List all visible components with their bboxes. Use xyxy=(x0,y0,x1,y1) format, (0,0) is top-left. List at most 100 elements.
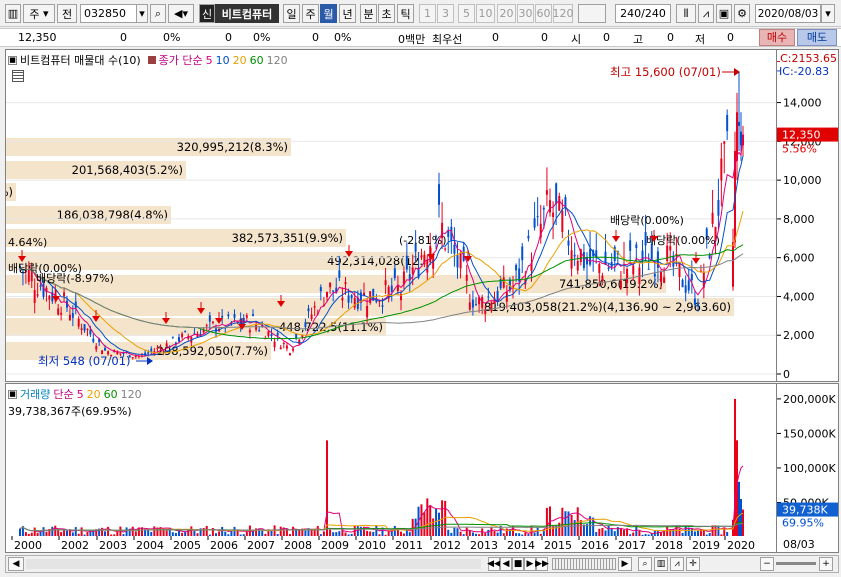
indicator-icon[interactable]: ⩘ xyxy=(698,4,714,23)
quote-change-pct: 0% xyxy=(163,31,181,44)
calendar-input[interactable] xyxy=(578,4,606,23)
candle xyxy=(681,278,684,288)
volume-bar xyxy=(51,526,54,536)
interval-button-2[interactable]: 5 xyxy=(458,4,475,23)
candle-small-icon[interactable]: ▥ xyxy=(654,557,668,571)
date-input[interactable]: 2020/08/03 xyxy=(755,4,821,23)
scroll-thumb[interactable] xyxy=(552,558,616,570)
quote-f3-pct: 0% xyxy=(334,31,352,44)
event-arrow xyxy=(692,252,700,264)
stock-name: 비트컴퓨터 xyxy=(215,4,279,23)
period-button-4[interactable]: 분 xyxy=(360,4,377,23)
volume-title: 거래량 xyxy=(20,388,51,401)
view-select[interactable]: 전 xyxy=(57,4,77,23)
scroll-track[interactable] xyxy=(26,559,481,569)
count-total: /240 xyxy=(641,7,666,20)
ma-label: 종가 단순 xyxy=(158,54,203,67)
volume-profile-label: 741,850,6(19.2%) xyxy=(559,277,663,291)
quote-best2: 0 xyxy=(541,31,548,44)
scroll-left-button[interactable]: ◀ xyxy=(8,557,24,571)
scroll-stop-button[interactable]: ■ xyxy=(512,557,524,571)
candle xyxy=(687,269,690,294)
candle xyxy=(726,109,729,140)
market-select[interactable]: 주 ▾ xyxy=(23,4,55,23)
period-button-6[interactable]: 틱 xyxy=(397,4,414,23)
candle xyxy=(453,227,456,267)
close-x-icon[interactable]: ■ xyxy=(8,55,17,65)
buy-button[interactable]: 매수 xyxy=(759,29,795,46)
period-button-0[interactable]: 일 xyxy=(283,4,300,23)
candle xyxy=(527,229,530,242)
scroll-right-button[interactable]: ▶ xyxy=(618,557,632,571)
quote-change: 0 xyxy=(120,31,127,44)
volume-bar xyxy=(33,527,36,536)
candle-settings-icon[interactable]: ⫴ xyxy=(676,4,696,23)
close-x-icon[interactable]: ■ xyxy=(8,389,17,399)
vol-ma-120: 120 xyxy=(120,387,142,401)
sell-button[interactable]: 매도 xyxy=(797,29,837,46)
logo-char: 신 xyxy=(201,7,213,21)
interval-button-5[interactable]: 30 xyxy=(517,4,534,23)
scroll-last-button[interactable]: ▶▶ xyxy=(535,557,549,571)
scroll-first-button[interactable]: ◀◀ xyxy=(487,557,501,571)
interval-button-3[interactable]: 10 xyxy=(476,4,495,23)
gear-icon[interactable]: ⚙ xyxy=(734,4,750,23)
ma-60: 60 xyxy=(249,53,264,67)
candle xyxy=(734,131,736,248)
count-input[interactable]: 240/240 xyxy=(615,4,671,23)
period-button-3[interactable]: 년 xyxy=(339,4,356,23)
candle xyxy=(607,263,610,272)
volume-bar xyxy=(375,525,378,536)
candle xyxy=(711,189,714,228)
candle xyxy=(720,142,723,207)
crosshair-icon[interactable]: ✛ xyxy=(686,557,700,571)
save-icon[interactable]: ▣ xyxy=(716,4,732,23)
code-input[interactable]: 032850 xyxy=(80,4,138,23)
quote-low-label: 저 xyxy=(695,33,706,46)
candle xyxy=(165,340,168,348)
speaker-icon[interactable]: ◀▾ xyxy=(168,4,194,23)
date-calendar-button[interactable]: ▾ xyxy=(821,4,835,23)
volume-bar xyxy=(233,526,236,536)
volume-profile-bar: 320,995,212(8.3%) xyxy=(6,138,291,156)
indicator-small-icon[interactable]: ⩘ xyxy=(670,557,684,571)
period-button-1[interactable]: 주 xyxy=(302,4,319,23)
interval-button-6[interactable]: 60 xyxy=(535,4,552,23)
code-dropdown-button[interactable]: ▾ xyxy=(136,4,148,23)
volume-profile-label: 382,573,351(9.9%) xyxy=(232,231,343,245)
interval-button-7[interactable]: 120 xyxy=(553,4,574,23)
candle xyxy=(702,263,705,299)
volume-y-tick-label: 150,000K xyxy=(783,427,836,440)
x-tick-label: 2000 xyxy=(14,539,42,552)
price-chart-pane[interactable]: 320,995,212(8.3%) 201,568,403(5.2%) 0(0.0%… xyxy=(5,49,777,382)
period-button-2[interactable]: 월 xyxy=(320,4,337,23)
zoom-track[interactable] xyxy=(776,562,816,565)
quote-high: 0 xyxy=(667,31,674,44)
volume-bar xyxy=(444,500,447,536)
y-tick-label: 4,000 xyxy=(783,290,815,303)
grid-icon[interactable] xyxy=(12,70,24,82)
volume-chart-pane[interactable]: ■ 거래량 단순 5 20 60 120 39,738,367주(69.95%) xyxy=(5,383,777,536)
volume-bar xyxy=(738,481,740,536)
volume-bar xyxy=(74,527,77,536)
search-icon[interactable]: ⌕ xyxy=(150,4,166,23)
interval-button-1[interactable]: 3 xyxy=(437,4,454,23)
x-tick-label: 2020 xyxy=(727,539,755,552)
chart-type-icon[interactable]: ▥ xyxy=(5,4,21,23)
volume-bar xyxy=(601,527,604,536)
volume-current: 39,738,367주(69.95%) xyxy=(8,405,132,418)
interval-button-0[interactable]: 1 xyxy=(419,4,436,23)
chart-scrollbar[interactable]: ◀ ◀◀ ◀ ■ ▶ ▶▶ ▶ ⌕ ▥ ⩘ ✛ − + xyxy=(5,555,839,573)
candle xyxy=(450,218,453,254)
volume-bar xyxy=(573,520,576,536)
y-tick-label: 0 xyxy=(783,368,790,381)
interval-button-4[interactable]: 20 xyxy=(497,4,516,23)
period-button-5[interactable]: 초 xyxy=(378,4,395,23)
minus-icon[interactable]: − xyxy=(760,557,774,571)
plus-icon[interactable]: + xyxy=(819,557,833,571)
search-small-icon[interactable]: ⌕ xyxy=(638,557,652,571)
quote-open: 0 xyxy=(603,31,610,44)
volume-bar xyxy=(19,528,21,536)
volume-profile-label: 201,568,403(5.2%) xyxy=(72,163,183,177)
scroll-prev-button[interactable]: ◀ xyxy=(500,557,512,571)
